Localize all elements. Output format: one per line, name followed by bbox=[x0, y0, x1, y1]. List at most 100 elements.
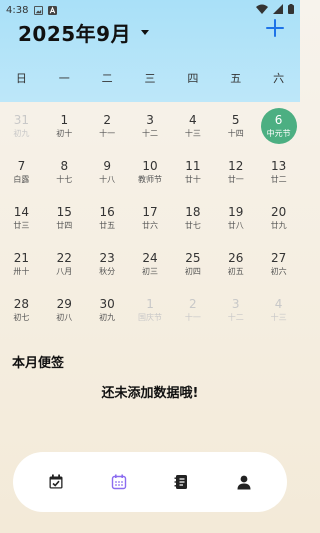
lunar-date: 初六 bbox=[270, 267, 287, 276]
calendar-day[interactable]: 27 初六 bbox=[257, 241, 300, 287]
day-number: 1 bbox=[146, 297, 154, 311]
weekday-label: 日 bbox=[15, 72, 27, 85]
calendar-day[interactable]: 30 初九 bbox=[86, 287, 129, 333]
lunar-date: 十八 bbox=[99, 175, 116, 184]
day-number: 26 bbox=[228, 251, 244, 265]
lunar-date: 中元节 bbox=[266, 129, 291, 138]
calendar-day[interactable]: 1 初十 bbox=[43, 103, 86, 149]
wifi-icon bbox=[256, 4, 268, 14]
day-number: 4 bbox=[274, 297, 283, 311]
calendar-day[interactable]: 16 廿五 bbox=[86, 195, 129, 241]
day-number: 22 bbox=[56, 251, 72, 265]
text-a-icon bbox=[48, 5, 58, 15]
calendar-day[interactable]: 8 十七 bbox=[43, 149, 86, 195]
calendar-day[interactable]: 4 十三 bbox=[171, 103, 214, 149]
day-number: 3 bbox=[146, 113, 154, 127]
calendar-day[interactable]: 26 初五 bbox=[214, 241, 257, 287]
notebook-icon bbox=[174, 475, 188, 489]
memo-title: 本月便签 bbox=[12, 356, 65, 371]
calendar-day-today[interactable]: 6 中元节 bbox=[257, 103, 300, 149]
image-icon bbox=[34, 5, 44, 15]
calendar-day[interactable]: 5 十四 bbox=[214, 103, 257, 149]
day-number: 28 bbox=[13, 297, 30, 311]
calendar-day[interactable]: 19 廿八 bbox=[214, 195, 257, 241]
calendar-day[interactable]: 10 教师节 bbox=[129, 149, 172, 195]
calendar-week-row: 28 初七 29 初八 30 初九 1 国庆节 2 十一 3 十二 4 十三 bbox=[0, 287, 300, 333]
status-time: 4:38 bbox=[6, 4, 29, 16]
calendar-day[interactable]: 21 卅十 bbox=[0, 241, 43, 287]
calendar-day[interactable]: 7 白露 bbox=[0, 149, 43, 195]
calendar-day[interactable]: 11 廿十 bbox=[171, 149, 214, 195]
calendar-day[interactable]: 12 廿一 bbox=[214, 149, 257, 195]
lunar-date: 秋分 bbox=[99, 267, 116, 276]
calendar-day[interactable]: 2 十一 bbox=[171, 287, 214, 333]
calendar-day[interactable]: 13 廿二 bbox=[257, 149, 300, 195]
calendar-day[interactable]: 29 初八 bbox=[43, 287, 86, 333]
lunar-date: 廿七 bbox=[184, 221, 201, 230]
lunar-date: 廿六 bbox=[142, 221, 158, 230]
lunar-date: 廿九 bbox=[270, 221, 287, 230]
lunar-date: 国庆节 bbox=[138, 313, 162, 322]
calendar-day[interactable]: 23 秋分 bbox=[86, 241, 129, 287]
calendar-day[interactable]: 9 十八 bbox=[86, 149, 129, 195]
lunar-date: 白露 bbox=[13, 175, 30, 184]
day-number: 31 bbox=[13, 113, 30, 127]
day-number: 16 bbox=[99, 205, 115, 219]
plus-icon[interactable] bbox=[264, 17, 286, 39]
calendar-day[interactable]: 24 初三 bbox=[129, 241, 172, 287]
tab-profile[interactable] bbox=[229, 467, 259, 497]
day-number: 27 bbox=[270, 251, 287, 265]
calendar-day[interactable]: 25 初四 bbox=[171, 241, 214, 287]
lunar-date: 十三 bbox=[270, 313, 287, 322]
calendar-day[interactable]: 18 廿七 bbox=[171, 195, 214, 241]
calendar-day[interactable]: 22 八月 bbox=[43, 241, 86, 287]
day-number: 10 bbox=[142, 159, 158, 173]
lunar-date: 廿八 bbox=[227, 221, 244, 230]
lunar-date: 初八 bbox=[56, 313, 73, 322]
lunar-date: 廿二 bbox=[270, 175, 287, 184]
tab-notes[interactable] bbox=[166, 467, 196, 497]
calendar-week-row: 7 白露 8 十七 9 十八 10 教师节 11 廿十 12 廿一 13 廿二 bbox=[0, 149, 300, 195]
day-number: 9 bbox=[103, 159, 111, 173]
empty-message: 还未添加数据哦! bbox=[101, 386, 199, 401]
day-number: 19 bbox=[228, 205, 244, 219]
weekday-label: 六 bbox=[273, 72, 285, 85]
tab-schedule[interactable] bbox=[41, 467, 71, 497]
calendar-day[interactable]: 17 廿六 bbox=[129, 195, 172, 241]
day-number: 17 bbox=[142, 205, 158, 219]
calendar-day[interactable]: 4 十三 bbox=[257, 287, 300, 333]
calendar-grid: 31 初九 1 初十 2 十一 3 十二 4 十三 5 十四 6 中元节 7 白露 8 十七 9 十八 10 教师节 11 廿… bbox=[0, 103, 300, 333]
day-number: 18 bbox=[185, 205, 201, 219]
day-number: 3 bbox=[231, 297, 240, 311]
calendar-day[interactable]: 1 国庆节 bbox=[129, 287, 172, 333]
calendar-day[interactable]: 20 廿九 bbox=[257, 195, 300, 241]
month-selector[interactable]: 2025年9月 bbox=[18, 18, 150, 46]
lunar-date: 初九 bbox=[13, 129, 30, 138]
lunar-date: 初三 bbox=[142, 267, 158, 276]
lunar-date: 廿十 bbox=[184, 175, 201, 184]
calendar-day[interactable]: 28 初七 bbox=[0, 287, 43, 333]
weekday-label: 二 bbox=[101, 72, 113, 85]
calendar-day[interactable]: 2 十一 bbox=[86, 103, 129, 149]
lunar-date: 十二 bbox=[227, 313, 244, 322]
day-number: 5 bbox=[231, 113, 240, 127]
day-number: 2 bbox=[103, 113, 111, 127]
weekday-label: 五 bbox=[230, 72, 242, 85]
calendar-day[interactable]: 15 廿四 bbox=[43, 195, 86, 241]
day-number: 21 bbox=[13, 251, 30, 265]
tab-calendar[interactable] bbox=[104, 467, 134, 497]
calendar-day[interactable]: 31 初九 bbox=[0, 103, 43, 149]
day-number: 15 bbox=[56, 205, 72, 219]
calendar-week-row: 31 初九 1 初十 2 十一 3 十二 4 十三 5 十四 6 中元节 bbox=[0, 103, 300, 149]
calendar-grid-icon bbox=[111, 474, 126, 490]
calendar-day[interactable]: 3 十二 bbox=[214, 287, 257, 333]
calendar-day[interactable]: 14 廿三 bbox=[0, 195, 43, 241]
calendar-day[interactable]: 3 十二 bbox=[129, 103, 172, 149]
lunar-date: 十二 bbox=[142, 129, 158, 138]
day-number: 20 bbox=[270, 205, 287, 219]
calendar-week-row: 14 廿三 15 廿四 16 廿五 17 廿六 18 廿七 19 廿八 20 廿九 bbox=[0, 195, 300, 241]
lunar-date: 八月 bbox=[56, 267, 73, 276]
calendar-week-row: 21 卅十 22 八月 23 秋分 24 初三 25 初四 26 初五 27 初六 bbox=[0, 241, 300, 287]
lunar-date: 初十 bbox=[56, 129, 73, 138]
day-number: 1 bbox=[60, 113, 69, 127]
